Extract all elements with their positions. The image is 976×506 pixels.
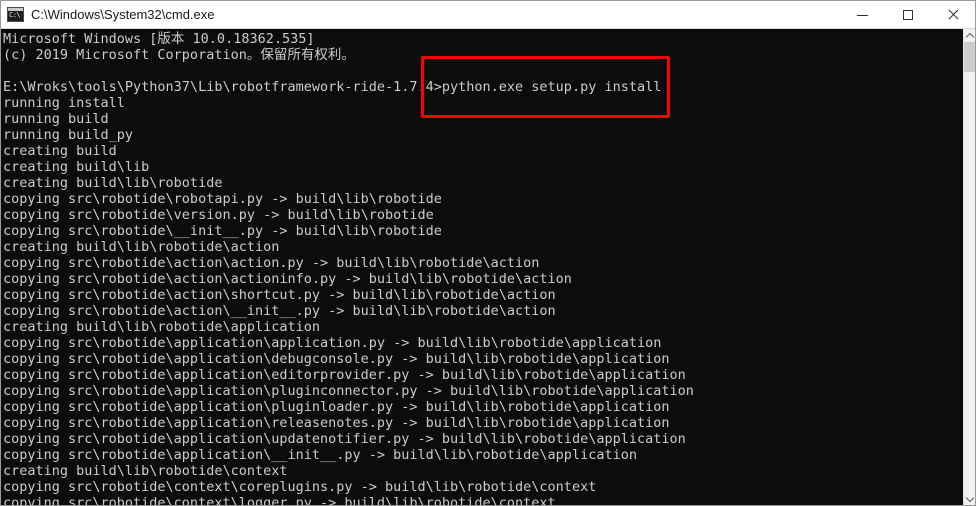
- close-icon: [947, 9, 959, 21]
- console-line: copying src\robotide\context\logger.py -…: [3, 495, 556, 505]
- console-line: (c) 2019 Microsoft Corporation。保留所有权利。: [3, 47, 355, 63]
- console-output-area[interactable]: Microsoft Windows [版本 10.0.18362.535] (c…: [1, 29, 963, 505]
- console-line: copying src\robotide\application\release…: [3, 415, 670, 431]
- console-line: copying src\robotide\application\updaten…: [3, 431, 686, 447]
- console-line: running install: [3, 95, 125, 111]
- cmd-console-icon: C:\: [7, 7, 24, 22]
- console-line: creating build\lib\robotide\application: [3, 319, 320, 335]
- minimize-button[interactable]: [840, 1, 885, 29]
- chevron-up-icon: [965, 32, 975, 41]
- console-line: copying src\robotide\application\pluginl…: [3, 399, 670, 415]
- console-line: copying src\robotide\application\pluginc…: [3, 383, 694, 399]
- scroll-down-button[interactable]: [964, 492, 975, 505]
- console-line: creating build\lib: [3, 159, 150, 175]
- cmd-window: C:\ C:\Windows\System32\cmd.exe Microsof…: [0, 0, 976, 506]
- console-line: copying src\robotide\application\editorp…: [3, 367, 686, 383]
- close-button[interactable]: [930, 1, 975, 29]
- console-line: copying src\robotide\__init__.py -> buil…: [3, 223, 442, 239]
- minimize-icon: [857, 14, 868, 16]
- chevron-down-icon: [965, 493, 975, 502]
- title-bar[interactable]: C:\ C:\Windows\System32\cmd.exe: [1, 1, 975, 29]
- console-line: copying src\robotide\application\applica…: [3, 335, 662, 351]
- window-controls: [840, 1, 975, 29]
- maximize-icon: [902, 10, 913, 20]
- console-line: copying src\robotide\action\shortcut.py …: [3, 287, 556, 303]
- console-line: running build_py: [3, 127, 134, 143]
- console-line: copying src\robotide\version.py -> build…: [3, 207, 434, 223]
- console-line: creating build\lib\robotide\context: [3, 463, 288, 479]
- console-line: creating build\lib\robotide: [3, 175, 223, 191]
- scrollbar-thumb[interactable]: [964, 42, 975, 72]
- console-line: copying src\robotide\action\actioninfo.p…: [3, 271, 572, 287]
- console-line: copying src\robotide\robotapi.py -> buil…: [3, 191, 442, 207]
- console-line: copying src\robotide\application\debugco…: [3, 351, 670, 367]
- console-line: creating build\lib\robotide\action: [3, 239, 280, 255]
- console-line: copying src\robotide\context\coreplugins…: [3, 479, 597, 495]
- scroll-up-button[interactable]: [964, 29, 975, 42]
- console-line: copying src\robotide\application\__init_…: [3, 447, 637, 463]
- console-line: copying src\robotide\action\__init__.py …: [3, 303, 556, 319]
- vertical-scrollbar[interactable]: [963, 29, 975, 505]
- maximize-button[interactable]: [885, 1, 930, 29]
- window-title: C:\Windows\System32\cmd.exe: [31, 7, 215, 22]
- icon-prompt-text: C:\: [9, 11, 21, 19]
- console-line: creating build: [3, 143, 117, 159]
- console-line: Microsoft Windows [版本 10.0.18362.535]: [3, 31, 315, 47]
- console-line: running build: [3, 111, 109, 127]
- console-prompt-line: E:\Wroks\tools\Python37\Lib\robotframewo…: [3, 79, 662, 95]
- console-line: copying src\robotide\action\action.py ->…: [3, 255, 540, 271]
